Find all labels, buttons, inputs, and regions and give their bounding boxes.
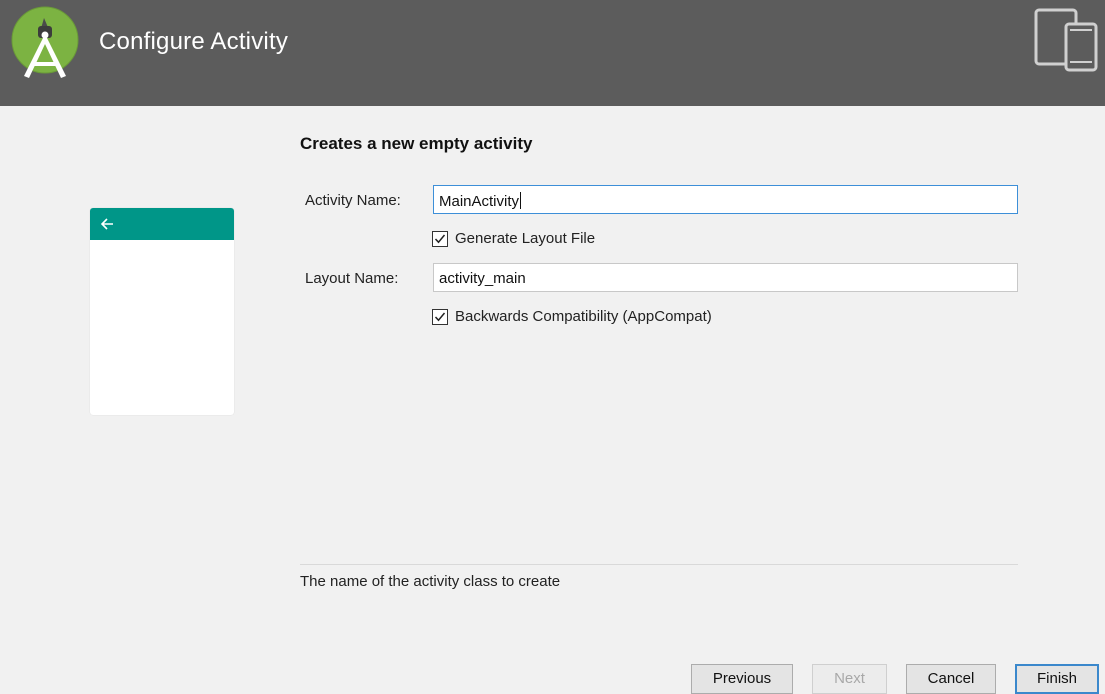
help-text: The name of the activity class to create xyxy=(300,573,561,590)
preview-app-bar xyxy=(90,208,234,240)
tablet-phone-icon xyxy=(1034,8,1098,72)
layout-name-label: Layout Name: xyxy=(305,270,399,287)
checkmark-icon xyxy=(434,234,446,244)
android-studio-logo-icon xyxy=(11,6,79,78)
backwards-compat-checkbox[interactable] xyxy=(432,309,448,325)
finish-button[interactable]: Finish xyxy=(1015,664,1099,694)
layout-name-value: activity_main xyxy=(439,270,526,287)
activity-name-value: MainActivity xyxy=(439,193,520,210)
checkmark-icon xyxy=(434,312,446,322)
next-button[interactable]: Next xyxy=(812,664,887,694)
page-title: Configure Activity xyxy=(99,28,289,55)
generate-layout-checkbox[interactable] xyxy=(432,231,448,247)
cancel-button[interactable]: Cancel xyxy=(906,664,996,694)
previous-button[interactable]: Previous xyxy=(691,664,793,694)
text-caret xyxy=(520,192,522,209)
back-arrow-icon xyxy=(100,218,113,230)
activity-name-input[interactable]: MainActivity xyxy=(433,185,1018,214)
activity-preview xyxy=(90,208,234,415)
divider xyxy=(300,564,1018,565)
activity-name-label: Activity Name: xyxy=(305,192,401,209)
section-heading: Creates a new empty activity xyxy=(300,134,533,153)
wizard-header: Configure Activity xyxy=(0,0,1105,106)
generate-layout-label: Generate Layout File xyxy=(455,230,596,247)
backwards-compat-label: Backwards Compatibility (AppCompat) xyxy=(455,308,712,325)
layout-name-input[interactable]: activity_main xyxy=(433,263,1018,292)
